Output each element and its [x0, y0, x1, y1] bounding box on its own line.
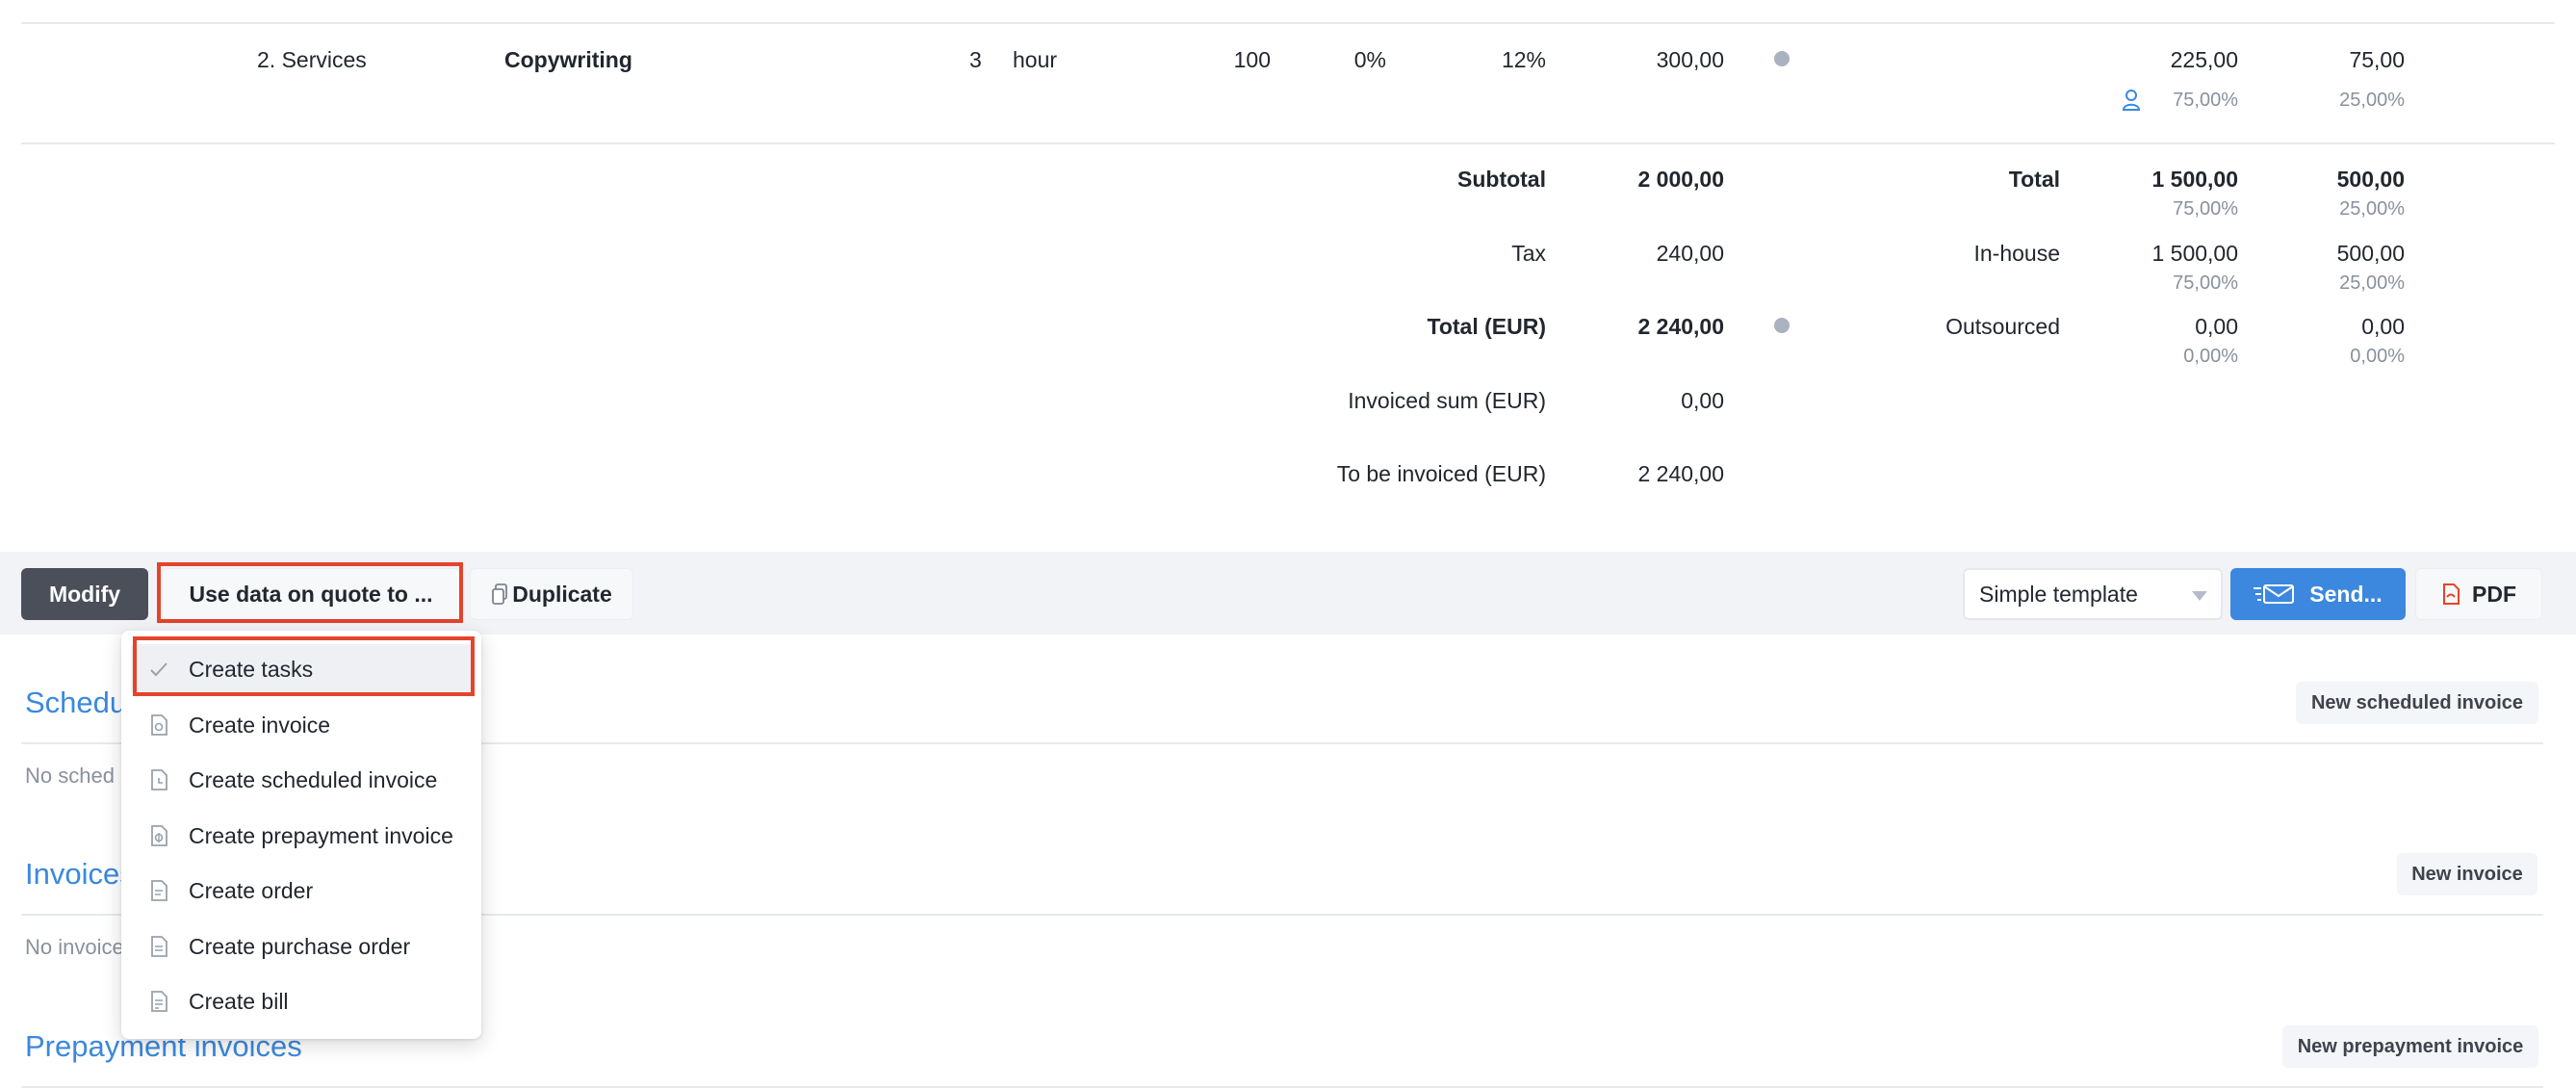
split-inhouse-a: 1 500,00: [2151, 241, 2238, 266]
split-outsourced-a-pct: 0,00%: [2183, 346, 2238, 367]
scheduled-invoice-icon: [148, 768, 169, 791]
split-outsourced-b: 0,00: [2361, 314, 2405, 339]
split-total-a: 1 500,00: [2151, 167, 2238, 192]
line-inhouse-pct: 75,00%: [2173, 90, 2238, 111]
menu-item-label: Create purchase order: [189, 933, 411, 959]
menu-item-label: Create invoice: [189, 712, 331, 738]
row-divider-top: [21, 22, 2555, 24]
invoices-section-title: Invoices: [25, 857, 135, 891]
menu-item-create-order[interactable]: Create order: [131, 866, 472, 916]
line-inhouse-value: 225,00: [2170, 47, 2238, 72]
menu-item-create-scheduled-invoice[interactable]: Create scheduled invoice: [131, 755, 472, 805]
split-total-label: Total: [2008, 167, 2060, 192]
invoiced-label: Invoiced sum (EUR): [1348, 388, 1546, 413]
line-discount: 0%: [1353, 47, 1386, 72]
bill-icon: [148, 990, 169, 1013]
menu-item-label: Create bill: [189, 988, 289, 1014]
total-value: 2 240,00: [1637, 314, 1724, 339]
prepayment-invoice-icon: [148, 824, 169, 847]
split-inhouse-b-pct: 25,00%: [2339, 272, 2405, 294]
send-button[interactable]: Send...: [2230, 568, 2406, 620]
person-icon: [2122, 89, 2141, 112]
menu-item-create-invoice[interactable]: Create invoice: [131, 700, 472, 750]
send-label: Send...: [2309, 581, 2383, 607]
template-select-value: Simple template: [1979, 581, 2138, 607]
split-outsourced-a: 0,00: [2195, 314, 2238, 339]
use-data-button[interactable]: Use data on quote to ...: [162, 568, 460, 620]
send-mail-icon: [2254, 583, 2296, 606]
new-invoice-button[interactable]: New invoice: [2397, 853, 2537, 895]
menu-item-label: Create order: [189, 877, 314, 903]
line-vat: 12%: [1501, 47, 1546, 72]
status-dot: [1774, 51, 1790, 66]
pdf-label: PDF: [2472, 581, 2516, 607]
menu-item-create-bill[interactable]: Create bill: [131, 976, 472, 1026]
menu-item-create-prepayment-invoice[interactable]: Create prepayment invoice: [131, 811, 472, 861]
subtotal-value: 2 000,00: [1637, 167, 1724, 192]
invoices-empty-text: No invoice: [25, 935, 124, 959]
menu-item-label: Create scheduled invoice: [189, 766, 438, 792]
line-outsourced-value: 75,00: [2349, 47, 2405, 72]
split-total-b: 500,00: [2336, 167, 2405, 192]
duplicate-icon: [491, 583, 508, 606]
split-inhouse-a-pct: 75,00%: [2173, 272, 2238, 294]
split-total-a-pct: 75,00%: [2173, 198, 2238, 220]
order-icon: [148, 879, 169, 902]
use-data-dropdown-menu: Create tasks Create invoice Create sched…: [121, 631, 481, 1039]
line-price: 100: [1233, 47, 1271, 72]
modify-button[interactable]: Modify: [21, 568, 148, 620]
invoice-icon: [148, 713, 169, 737]
check-icon: [148, 658, 169, 681]
template-select[interactable]: Simple template: [1963, 568, 2223, 620]
line-unit: hour: [1013, 47, 1058, 72]
menu-item-label: Create tasks: [189, 656, 314, 682]
split-total-b-pct: 25,00%: [2339, 198, 2405, 220]
chevron-down-icon: [2192, 591, 2207, 601]
purchase-order-icon: [148, 935, 169, 958]
duplicate-label: Duplicate: [512, 581, 612, 607]
line-outsourced-pct: 25,00%: [2339, 90, 2405, 111]
new-scheduled-invoice-button[interactable]: New scheduled invoice: [2296, 682, 2538, 724]
total-label: Total (EUR): [1427, 314, 1546, 339]
split-outsourced-b-pct: 0,00%: [2350, 346, 2405, 367]
invoiced-value: 0,00: [1681, 388, 1724, 413]
pdf-icon: [2441, 583, 2460, 606]
scheduled-section-title: Schedu: [25, 686, 127, 719]
menu-item-create-tasks[interactable]: Create tasks: [131, 644, 472, 694]
tobe-invoiced-value: 2 240,00: [1637, 461, 1724, 486]
tax-value: 240,00: [1656, 241, 1724, 266]
scheduled-empty-text: No sched: [25, 764, 115, 788]
menu-item-create-purchase-order[interactable]: Create purchase order: [131, 921, 472, 971]
pdf-button[interactable]: PDF: [2415, 568, 2542, 620]
line-category: 2. Services: [257, 47, 367, 72]
tax-label: Tax: [1511, 241, 1546, 266]
line-name: Copywriting: [504, 47, 632, 72]
split-inhouse-label: In-house: [1973, 241, 2060, 266]
split-inhouse-b: 500,00: [2336, 241, 2405, 266]
tobe-invoiced-label: To be invoiced (EUR): [1336, 461, 1546, 486]
new-prepayment-invoice-button[interactable]: New prepayment invoice: [2282, 1025, 2538, 1068]
total-status-dot: [1774, 318, 1790, 333]
duplicate-button[interactable]: Duplicate: [470, 568, 633, 620]
line-quantity: 3: [969, 47, 982, 72]
split-outsourced-label: Outsourced: [1945, 314, 2060, 339]
menu-item-label: Create prepayment invoice: [189, 822, 453, 848]
row-divider: [21, 142, 2555, 144]
line-sum: 300,00: [1656, 47, 1724, 72]
subtotal-label: Subtotal: [1457, 167, 1546, 192]
